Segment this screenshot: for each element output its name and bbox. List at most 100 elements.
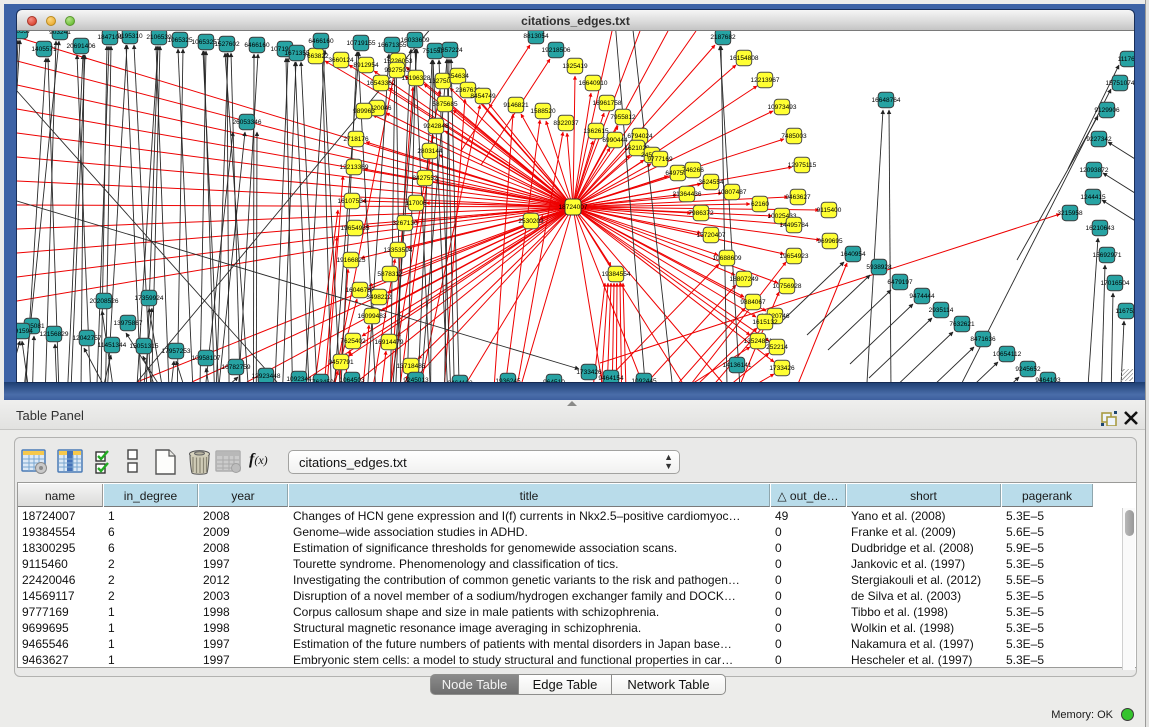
svg-text:13353594: 13353594 [384, 247, 413, 254]
svg-text:6479197: 6479197 [887, 279, 913, 286]
svg-text:16648764: 16648764 [872, 97, 901, 104]
svg-text:10756928: 10756928 [773, 283, 802, 290]
svg-text:15692971: 15692971 [1093, 252, 1122, 259]
svg-text:10973493: 10973493 [768, 104, 797, 111]
svg-text:16640910: 16640910 [579, 80, 608, 87]
svg-text:9464154: 9464154 [598, 375, 624, 382]
svg-text:8427552: 8427552 [412, 175, 438, 182]
svg-text:3660124: 3660124 [328, 57, 354, 64]
svg-text:154634: 154634 [447, 73, 469, 80]
svg-text:140557: 140557 [17, 31, 31, 35]
svg-text:5878312: 5878312 [377, 271, 403, 278]
svg-text:15196328: 15196328 [402, 75, 431, 82]
svg-text:9227342: 9227342 [1086, 136, 1112, 143]
svg-text:12156829: 12156829 [40, 331, 69, 338]
svg-text:9327503: 9327503 [384, 67, 410, 74]
svg-text:3267130: 3267130 [392, 220, 418, 227]
svg-text:1325419: 1325419 [562, 63, 588, 70]
svg-text:12213369: 12213369 [340, 164, 369, 171]
svg-text:1405571: 1405571 [31, 46, 57, 53]
svg-text:16961758: 16961758 [593, 100, 622, 107]
svg-text:2935114: 2935114 [929, 307, 954, 314]
svg-text:18807249: 18807249 [730, 276, 759, 283]
svg-text:8813054: 8813054 [523, 33, 549, 40]
svg-text:7632621: 7632621 [949, 321, 975, 328]
svg-text:21364436: 21364436 [673, 191, 702, 198]
svg-text:19384554: 19384554 [602, 271, 631, 278]
svg-text:10807487: 10807487 [718, 189, 747, 196]
svg-text:16914479: 16914479 [375, 339, 404, 346]
svg-text:10688609: 10688609 [713, 255, 742, 262]
svg-text:6466160: 6466160 [244, 42, 270, 49]
svg-text:19654985: 19654985 [341, 225, 370, 232]
svg-text:7485003: 7485003 [781, 133, 807, 140]
svg-text:14136141: 14136141 [723, 362, 752, 369]
svg-text:10654112: 10654112 [993, 351, 1022, 358]
svg-text:9245013: 9245013 [403, 377, 429, 382]
svg-text:26053346: 26053346 [233, 119, 262, 126]
svg-text:117006: 117006 [405, 200, 427, 207]
svg-text:1588520: 1588520 [530, 108, 556, 115]
svg-text:16099483: 16099483 [358, 313, 387, 320]
svg-text:62160: 62160 [751, 201, 769, 208]
svg-text:1527602: 1527602 [214, 41, 240, 48]
svg-text:15051315: 15051315 [130, 343, 159, 350]
svg-text:10958107: 10958107 [192, 355, 221, 362]
svg-text:12042757: 12042757 [73, 335, 102, 342]
svg-text:8322037: 8322037 [553, 120, 579, 127]
svg-text:19166825: 19166825 [337, 257, 366, 264]
svg-text:1763450: 1763450 [308, 379, 334, 382]
svg-text:16210643: 16210643 [1086, 225, 1115, 232]
svg-text:16782759: 16782759 [222, 364, 251, 371]
svg-text:252214: 252214 [766, 344, 788, 351]
svg-text:9242848: 9242848 [423, 123, 449, 130]
svg-text:17957253: 17957253 [162, 348, 191, 355]
svg-text:1092445: 1092445 [631, 378, 657, 382]
svg-text:1733426: 1733426 [769, 365, 795, 372]
svg-text:9464103: 9464103 [1035, 377, 1061, 382]
svg-text:7857224: 7857224 [437, 47, 463, 54]
svg-text:7986372: 7986372 [688, 210, 714, 217]
svg-text:12975115: 12975115 [788, 162, 817, 169]
svg-text:3498222: 3498222 [366, 294, 392, 301]
svg-text:15751074: 15751074 [1106, 80, 1134, 87]
svg-text:3624554: 3624554 [698, 179, 724, 186]
svg-text:116753: 116753 [1115, 308, 1134, 315]
svg-text:6466160: 6466160 [308, 38, 334, 45]
svg-text:9146821: 9146821 [503, 102, 529, 109]
svg-text:989963: 989963 [353, 108, 375, 115]
svg-text:9884067: 9884067 [740, 299, 766, 306]
svg-text:8471636: 8471636 [970, 336, 996, 343]
svg-text:9115400: 9115400 [817, 207, 842, 214]
svg-text:15720407: 15720407 [697, 232, 726, 239]
svg-text:8454749: 8454749 [470, 93, 496, 100]
svg-text:16046786: 16046786 [346, 287, 375, 294]
svg-text:16033609: 16033609 [401, 37, 430, 44]
svg-text:746266: 746266 [682, 167, 704, 174]
svg-text:16154808: 16154808 [730, 55, 759, 62]
svg-text:17359924: 17359924 [135, 295, 164, 302]
svg-text:20691406: 20691406 [67, 43, 96, 50]
svg-text:1065325: 1065325 [167, 37, 193, 44]
svg-text:9463627: 9463627 [785, 194, 811, 201]
svg-text:111764: 111764 [1118, 56, 1134, 63]
svg-text:19654923: 19654923 [780, 253, 809, 260]
svg-text:2187682: 2187682 [710, 34, 736, 41]
svg-text:2530203: 2530203 [518, 218, 544, 225]
svg-text:964510: 964510 [543, 379, 565, 382]
svg-text:16543362: 16543362 [367, 80, 396, 87]
svg-text:7955812: 7955812 [610, 114, 636, 121]
svg-text:9129906: 9129906 [1094, 107, 1120, 114]
svg-text:5875685: 5875685 [432, 101, 458, 108]
svg-text:20208526: 20208526 [90, 298, 119, 305]
svg-text:1936245: 1936245 [495, 378, 521, 382]
svg-text:1362615: 1362615 [583, 128, 609, 135]
svg-text:9699695: 9699695 [817, 238, 843, 245]
svg-text:12213967: 12213967 [751, 77, 780, 84]
svg-text:9195310: 9195310 [117, 33, 143, 40]
svg-text:1671355: 1671355 [284, 50, 310, 57]
svg-text:3215958: 3215958 [1057, 210, 1083, 217]
svg-text:2718176: 2718176 [343, 136, 369, 143]
svg-text:18724007: 18724007 [559, 204, 588, 211]
svg-text:2803144: 2803144 [417, 148, 443, 155]
